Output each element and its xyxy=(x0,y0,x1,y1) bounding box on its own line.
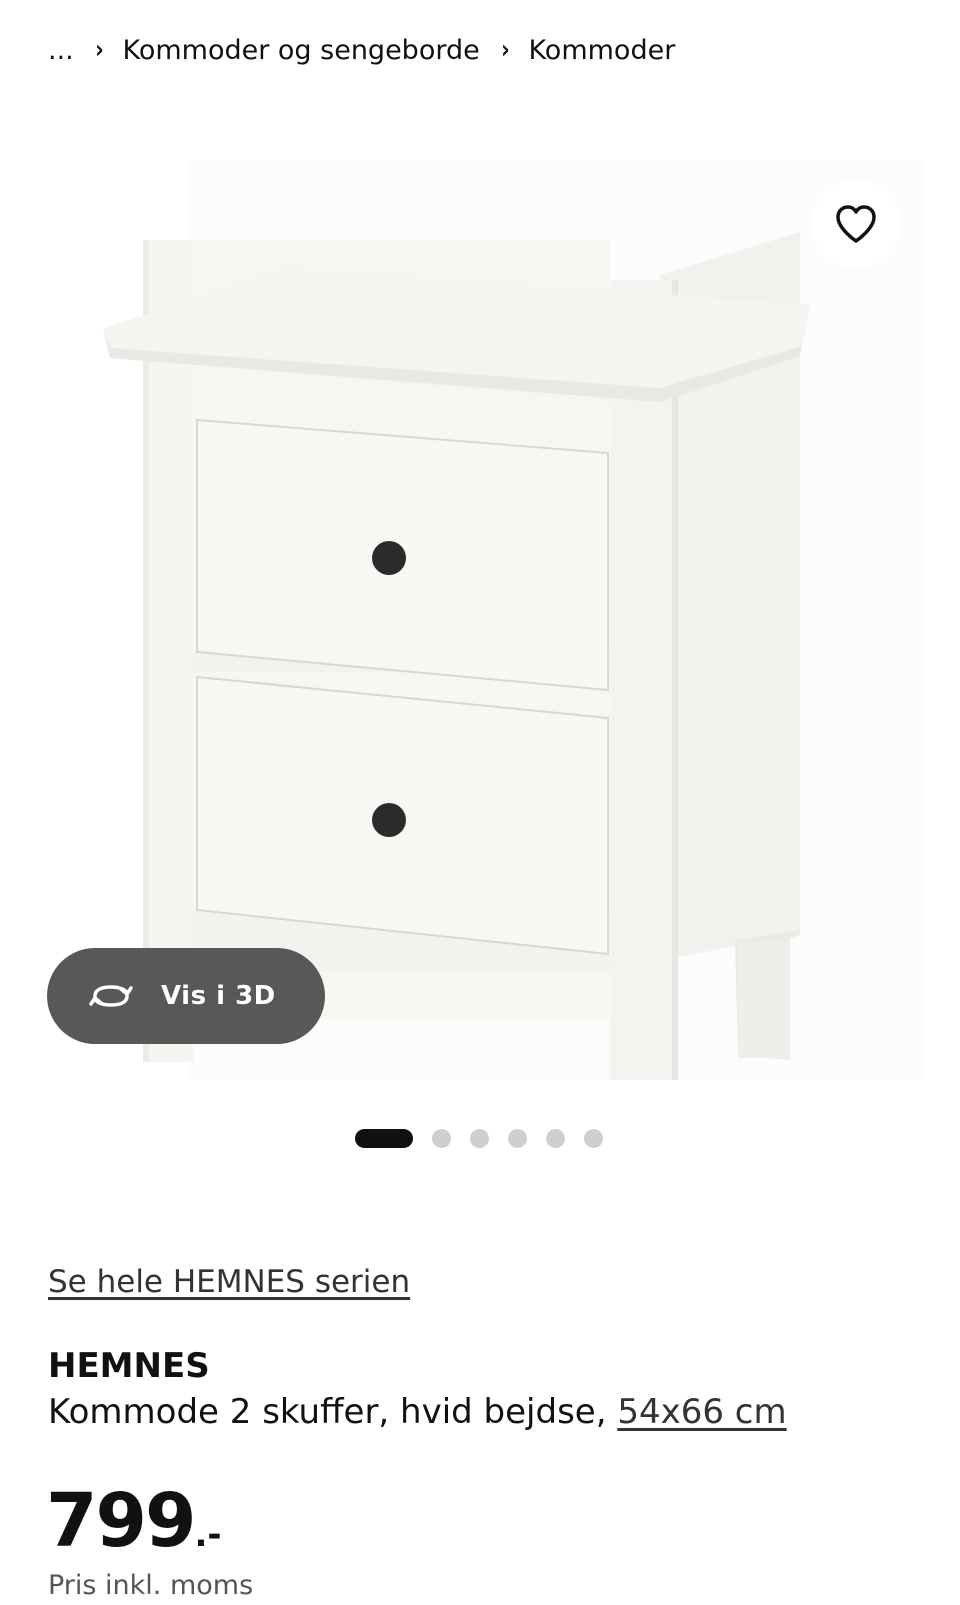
view-in-3d-label: Vis i 3D xyxy=(161,981,276,1011)
breadcrumb: ... › Kommoder og sengeborde › Kommoder xyxy=(48,28,675,72)
product-description-text: Kommode 2 skuffer, hvid bejdse, xyxy=(48,1392,618,1432)
product-image[interactable] xyxy=(0,120,960,1080)
product-dimensions-link[interactable]: 54x66 cm xyxy=(617,1392,786,1432)
breadcrumb-ellipsis[interactable]: ... xyxy=(48,35,74,66)
image-pagination xyxy=(355,1128,622,1148)
breadcrumb-item-kommoder-og-sengeborde[interactable]: Kommoder og sengeborde xyxy=(122,35,479,66)
pagination-dot-4[interactable] xyxy=(508,1128,527,1148)
chevron-right-icon: › xyxy=(500,35,510,65)
price-suffix: .- xyxy=(194,1515,222,1555)
pagination-dot-3[interactable] xyxy=(470,1128,489,1148)
product-description: Kommode 2 skuffer, hvid bejdse, 54x66 cm xyxy=(48,1392,787,1432)
price-note: Pris inkl. moms xyxy=(48,1570,254,1601)
price-amount: 799 xyxy=(46,1478,196,1564)
series-link[interactable]: Se hele HEMNES serien xyxy=(48,1264,410,1300)
product-image-gallery[interactable] xyxy=(0,120,960,1080)
pagination-dot-5[interactable] xyxy=(546,1128,565,1148)
product-name: HEMNES xyxy=(48,1346,210,1386)
product-price: 799 .- xyxy=(46,1478,222,1564)
heart-outline-icon xyxy=(836,205,876,243)
favorite-button[interactable] xyxy=(812,180,900,268)
view-in-3d-button[interactable]: Vis i 3D xyxy=(47,948,325,1044)
chevron-right-icon: › xyxy=(94,35,104,65)
breadcrumb-item-kommoder[interactable]: Kommoder xyxy=(528,35,675,66)
pagination-dot-1[interactable] xyxy=(355,1128,413,1148)
pagination-dot-2[interactable] xyxy=(432,1128,451,1148)
pagination-dot-6[interactable] xyxy=(584,1128,603,1148)
rotate-3d-icon xyxy=(87,978,137,1014)
